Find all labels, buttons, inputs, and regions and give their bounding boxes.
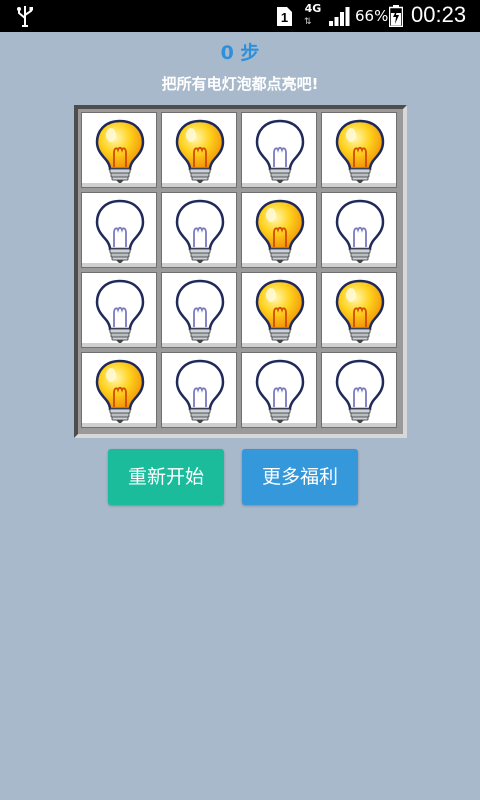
clock: 00:23 bbox=[411, 2, 467, 27]
sim-card-icon: 1 bbox=[275, 6, 293, 27]
bulb-cell-on[interactable] bbox=[321, 272, 397, 348]
bulb-cell-on[interactable] bbox=[321, 112, 397, 188]
network-activity-icon: ⇅ bbox=[304, 17, 312, 27]
bulb-cell-off[interactable] bbox=[321, 192, 397, 268]
unlit-bulb-icon bbox=[95, 199, 145, 263]
unlit-bulb-icon bbox=[335, 199, 385, 263]
lit-bulb-icon bbox=[335, 119, 385, 183]
bulb-cell-on[interactable] bbox=[241, 192, 317, 268]
signal-strength-icon bbox=[329, 7, 350, 26]
lit-bulb-icon bbox=[95, 119, 145, 183]
bulb-cell-on[interactable] bbox=[81, 112, 157, 188]
instruction-text: 把所有电灯泡都点亮吧! bbox=[161, 75, 319, 93]
restart-button[interactable]: 重新开始 bbox=[108, 449, 224, 505]
bulb-cell-off[interactable] bbox=[161, 352, 237, 428]
unlit-bulb-icon bbox=[255, 119, 305, 183]
bulb-cell-off[interactable] bbox=[241, 352, 317, 428]
bulb-cell-off[interactable] bbox=[161, 192, 237, 268]
bulb-cell-off[interactable] bbox=[321, 352, 397, 428]
bulb-cell-off[interactable] bbox=[161, 272, 237, 348]
battery-charging-icon bbox=[389, 5, 403, 27]
sim-label: 1 bbox=[281, 10, 288, 25]
game-board bbox=[74, 105, 407, 438]
battery-percent: 66% bbox=[355, 7, 389, 25]
bulb-cell-on[interactable] bbox=[81, 352, 157, 428]
bulb-cell-off[interactable] bbox=[81, 272, 157, 348]
status-bar: 1 4G ⇅ 66% 00:23 bbox=[0, 0, 480, 32]
unlit-bulb-icon bbox=[255, 359, 305, 423]
lit-bulb-icon bbox=[175, 119, 225, 183]
unlit-bulb-icon bbox=[175, 359, 225, 423]
network-type: 4G bbox=[304, 2, 322, 15]
unlit-bulb-icon bbox=[335, 359, 385, 423]
bulb-cell-on[interactable] bbox=[241, 272, 317, 348]
unlit-bulb-icon bbox=[95, 279, 145, 343]
usb-icon bbox=[17, 6, 33, 27]
lit-bulb-icon bbox=[255, 279, 305, 343]
lit-bulb-icon bbox=[95, 359, 145, 423]
step-counter: 0 步 bbox=[220, 42, 260, 64]
bulb-cell-off[interactable] bbox=[241, 112, 317, 188]
more-benefits-button[interactable]: 更多福利 bbox=[242, 449, 358, 505]
unlit-bulb-icon bbox=[175, 279, 225, 343]
bulb-cell-off[interactable] bbox=[81, 192, 157, 268]
lit-bulb-icon bbox=[255, 199, 305, 263]
lit-bulb-icon bbox=[335, 279, 385, 343]
unlit-bulb-icon bbox=[175, 199, 225, 263]
bulb-cell-on[interactable] bbox=[161, 112, 237, 188]
